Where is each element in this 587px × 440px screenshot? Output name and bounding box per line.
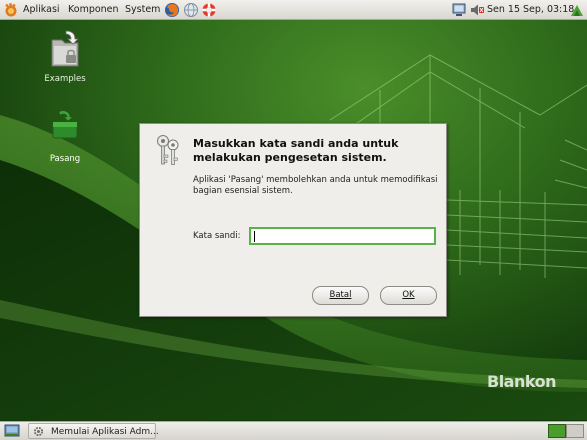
taskbar-label: Memulai Aplikasi Adm... bbox=[51, 427, 159, 437]
ok-button[interactable]: OK bbox=[380, 286, 437, 305]
examples-folder-icon bbox=[51, 30, 79, 67]
cancel-button-label: Batal bbox=[329, 290, 352, 300]
clock[interactable]: Sen 15 Sep, 03:18 bbox=[487, 3, 574, 17]
computer-update-icon[interactable] bbox=[451, 2, 467, 18]
text-caret bbox=[254, 231, 255, 242]
help-lifebuoy-icon[interactable] bbox=[201, 2, 217, 18]
network-icon[interactable] bbox=[183, 2, 199, 18]
authentication-dialog: Masukkan kata sandi anda untuk melakukan… bbox=[139, 123, 447, 317]
password-label: Kata sandi: bbox=[193, 231, 241, 241]
dialog-description: Aplikasi 'Pasang' membolehkan anda untuk… bbox=[193, 175, 438, 196]
keys-icon bbox=[157, 135, 179, 165]
desktop-icon-label: Examples bbox=[44, 74, 86, 84]
desktop-icon-label: Pasang bbox=[47, 154, 83, 164]
workspace-switcher-icon[interactable] bbox=[548, 424, 584, 438]
password-field[interactable] bbox=[249, 227, 436, 245]
dialog-title: Masukkan kata sandi anda untuk melakukan… bbox=[193, 137, 399, 164]
blankon-logo: Blankon bbox=[487, 372, 556, 391]
installer-icon bbox=[52, 110, 78, 139]
desktop-icon-examples[interactable]: Examples bbox=[35, 28, 95, 84]
menu-system[interactable]: System bbox=[125, 3, 160, 17]
firefox-icon[interactable] bbox=[164, 2, 180, 18]
busy-gear-icon bbox=[33, 426, 44, 437]
show-desktop-icon[interactable] bbox=[4, 423, 20, 439]
cancel-button[interactable]: Batal bbox=[312, 286, 369, 305]
menu-aplikasi[interactable]: Aplikasi bbox=[23, 3, 60, 17]
network-status-icon[interactable] bbox=[569, 2, 585, 18]
desktop: Aplikasi Komponen System Sen 15 Sep, 03: bbox=[0, 0, 587, 440]
top-panel: Aplikasi Komponen System Sen 15 Sep, 03: bbox=[0, 0, 587, 20]
volume-muted-icon[interactable] bbox=[469, 2, 485, 18]
ok-button-label: OK bbox=[402, 290, 415, 300]
desktop-icon-pasang[interactable]: Pasang bbox=[35, 108, 95, 165]
foot-logo-icon[interactable] bbox=[3, 2, 19, 18]
bottom-panel: Memulai Aplikasi Adm... bbox=[0, 421, 587, 440]
taskbar-button[interactable]: Memulai Aplikasi Adm... bbox=[28, 423, 159, 439]
menu-komponen[interactable]: Komponen bbox=[68, 3, 119, 17]
